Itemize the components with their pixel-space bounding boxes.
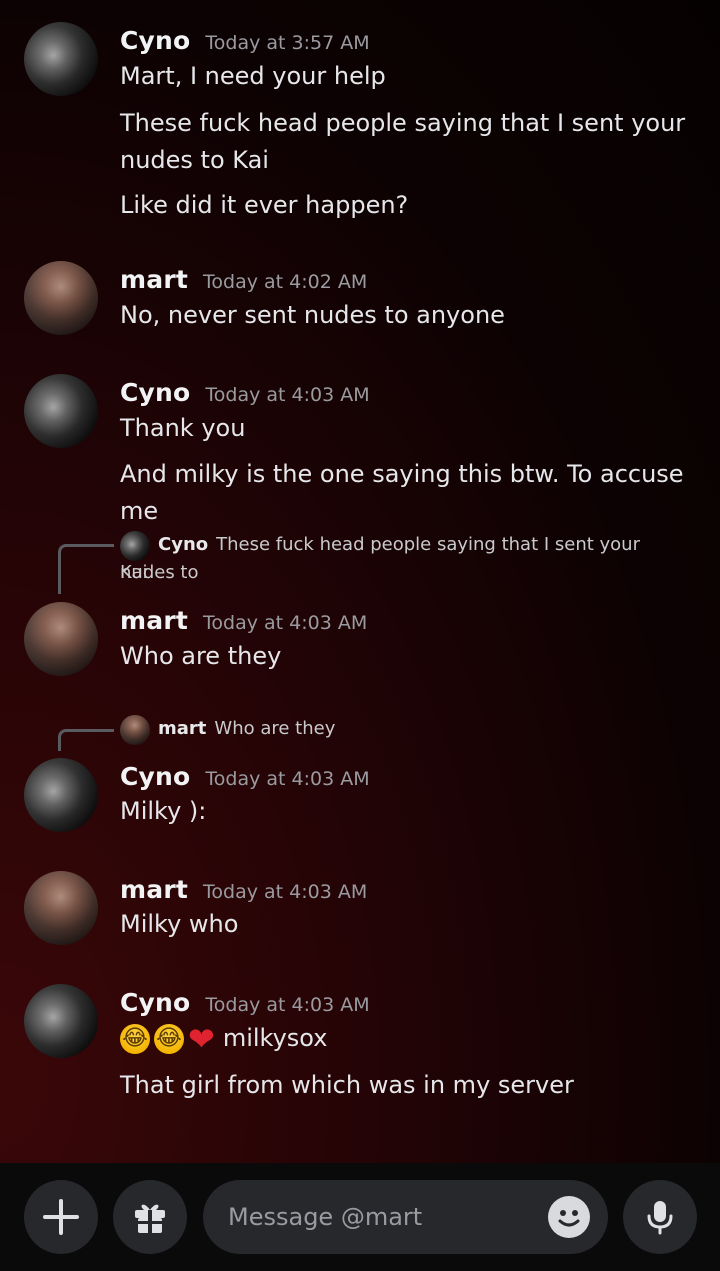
message-text[interactable]: Milky ): — [120, 793, 700, 830]
laughing-emoji-icon: 😂 — [154, 1024, 184, 1054]
message-text[interactable]: Who are they — [120, 638, 700, 675]
timestamp: Today at 3:57 AM — [205, 32, 370, 54]
message-text[interactable]: Milky who — [120, 906, 700, 943]
timestamp: Today at 4:03 AM — [205, 384, 370, 406]
reply-author[interactable]: Cyno — [158, 534, 208, 555]
add-attachment-button[interactable] — [24, 1180, 98, 1254]
reply-author[interactable]: mart — [158, 718, 206, 739]
voice-message-button[interactable] — [623, 1180, 697, 1254]
message-text-inline: milkysox — [222, 1024, 328, 1052]
gift-icon — [135, 1204, 165, 1233]
microphone-icon — [647, 1201, 673, 1235]
author-name[interactable]: mart — [120, 265, 188, 294]
timestamp: Today at 4:03 AM — [205, 768, 370, 790]
avatar[interactable] — [24, 758, 98, 832]
avatar[interactable] — [24, 374, 98, 448]
author-name[interactable]: Cyno — [120, 762, 190, 791]
author-name[interactable]: mart — [120, 875, 188, 904]
message-text[interactable]: Thank you — [120, 410, 700, 447]
smile-icon — [558, 1210, 580, 1227]
heart-emoji-icon: ❤ — [188, 1020, 215, 1058]
message-list: Cyno Today at 3:57 AM Mart, I need your … — [0, 0, 720, 1163]
avatar[interactable] — [24, 22, 98, 96]
emoji-picker-button[interactable] — [548, 1196, 590, 1238]
author-name[interactable]: Cyno — [120, 26, 190, 55]
reply-preview: Who are they — [214, 718, 336, 739]
message-text[interactable]: Mart, I need your help — [120, 58, 700, 95]
laughing-emoji-icon: 😂 — [120, 1024, 150, 1054]
message-input-container[interactable] — [203, 1180, 608, 1254]
message-text[interactable]: These fuck head people saying that I sen… — [120, 105, 700, 142]
timestamp: Today at 4:02 AM — [203, 271, 368, 293]
timestamp: Today at 4:03 AM — [203, 881, 368, 903]
reply-spine — [58, 544, 114, 594]
message-text[interactable]: That girl from which was in my server — [120, 1067, 700, 1104]
message-text[interactable]: 😂 😂 ❤ milkysox — [120, 1020, 700, 1057]
timestamp: Today at 4:03 AM — [205, 994, 370, 1016]
author-name[interactable]: Cyno — [120, 988, 190, 1017]
message-text[interactable]: No, never sent nudes to anyone — [120, 297, 700, 334]
message-text[interactable]: And milky is the one saying this btw. To… — [120, 456, 700, 530]
plus-icon — [43, 1199, 79, 1235]
author-name[interactable]: Cyno — [120, 378, 190, 407]
author-name[interactable]: mart — [120, 606, 188, 635]
message-input[interactable] — [228, 1198, 528, 1236]
avatar[interactable] — [24, 984, 98, 1058]
composer-bar — [0, 1163, 720, 1271]
reply-spine — [58, 729, 114, 751]
reply-preview-cont: Kai — [120, 562, 148, 583]
message-text[interactable]: nudes to Kai — [120, 142, 700, 179]
timestamp: Today at 4:03 AM — [203, 612, 368, 634]
avatar[interactable] — [24, 261, 98, 335]
message-text[interactable]: Like did it ever happen? — [120, 187, 700, 224]
avatar[interactable] — [24, 602, 98, 676]
avatar[interactable] — [24, 871, 98, 945]
gift-button[interactable] — [113, 1180, 187, 1254]
